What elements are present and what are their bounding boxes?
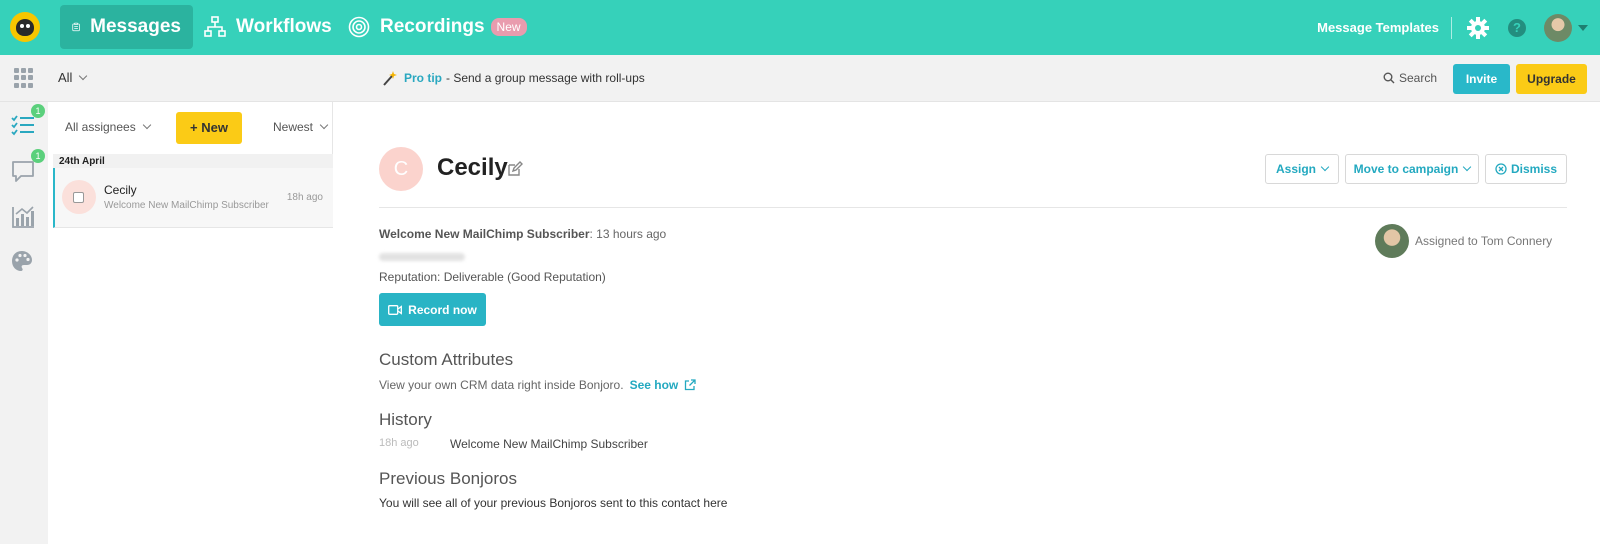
top-right-controls: Message Templates ? <box>1317 0 1600 55</box>
checklist-icon <box>11 115 34 136</box>
bonjoro-logo[interactable] <box>10 12 40 42</box>
dismiss-button[interactable]: Dismiss <box>1485 154 1567 184</box>
left-rail: 1 1 <box>0 102 48 544</box>
contact-name: Cecily <box>437 154 508 181</box>
rail-item-analytics[interactable] <box>11 205 37 231</box>
new-message-button[interactable]: + New <box>176 112 242 144</box>
nav-recordings[interactable]: Recordings New <box>336 5 539 49</box>
pro-tip-label[interactable]: Pro tip <box>404 71 442 85</box>
row-checkbox[interactable] <box>73 192 84 203</box>
custom-attributes-text: View your own CRM data right inside Bonj… <box>379 378 696 392</box>
assign-button[interactable]: Assign <box>1265 154 1339 184</box>
chat-icon <box>12 161 34 182</box>
edit-icon[interactable] <box>507 161 523 177</box>
history-timestamp: 18h ago <box>379 437 419 449</box>
search-button[interactable]: Search <box>1383 71 1437 85</box>
clipboard-icon <box>72 22 80 32</box>
upgrade-button[interactable]: Upgrade <box>1516 64 1587 94</box>
external-link-icon[interactable] <box>684 379 696 391</box>
apps-grid-icon[interactable] <box>14 68 34 88</box>
sub-toolbar: All Pro tip - Send a group message with … <box>0 55 1600 102</box>
contact-email-redacted <box>379 253 465 261</box>
chevron-down-icon <box>142 120 151 130</box>
assigned-to: Assigned to Tom Connery <box>1375 224 1552 258</box>
search-icon <box>1383 72 1395 84</box>
spiral-icon <box>348 16 370 38</box>
campaign-time: : 13 hours ago <box>589 227 667 241</box>
video-camera-icon <box>388 304 403 315</box>
new-button-label: New <box>201 120 228 135</box>
help-icon[interactable]: ? <box>1508 18 1526 37</box>
history-heading: History <box>379 410 432 429</box>
tasks-count-badge: 1 <box>31 104 45 118</box>
gear-icon[interactable] <box>1466 16 1490 40</box>
nav-messages-label: Messages <box>90 16 181 37</box>
list-item[interactable]: Cecily Welcome New MailChimp Subscriber … <box>53 168 333 228</box>
new-badge: New <box>490 18 527 36</box>
nav-recordings-label: Recordings <box>380 16 485 37</box>
sort-dropdown[interactable]: Newest <box>273 120 329 134</box>
record-now-button[interactable]: Record now <box>379 293 486 326</box>
rail-item-chat[interactable]: 1 <box>11 149 45 185</box>
plus-icon: + <box>190 120 202 135</box>
invite-button[interactable]: Invite <box>1453 64 1510 94</box>
move-label: Move to campaign <box>1353 162 1459 176</box>
row-campaign-name: Welcome New MailChimp Subscriber <box>104 200 269 211</box>
assigned-to-label: Assigned to Tom Connery <box>1415 234 1553 248</box>
contact-detail-panel: C Cecily Assign Move to campaign Dismiss… <box>346 102 1600 544</box>
dismiss-label: Dismiss <box>1510 162 1558 176</box>
sort-label: Newest <box>273 120 314 134</box>
contact-avatar-small <box>62 180 96 214</box>
assignees-label: All assignees <box>65 120 136 134</box>
magic-wand-icon <box>383 71 397 86</box>
row-contact-name: Cecily <box>104 183 137 197</box>
chevron-down-icon <box>1463 162 1472 172</box>
custom-attributes-desc: View your own CRM data right inside Bonj… <box>379 378 624 392</box>
search-label: Search <box>1399 71 1438 85</box>
rail-item-tasks[interactable]: 1 <box>11 104 45 140</box>
all-filter-label: All <box>58 70 73 85</box>
chat-count-badge: 1 <box>31 149 45 163</box>
top-navbar: Messages Workflows Recordings New Messag… <box>0 0 1600 55</box>
reputation-text: Reputation: Deliverable (Good Reputation… <box>379 270 606 284</box>
chevron-down-icon[interactable] <box>1578 24 1588 31</box>
divider <box>379 207 1567 208</box>
sitemap-icon <box>204 16 226 37</box>
message-list-panel: All assignees + New Newest 24th April Ce… <box>48 102 333 544</box>
contact-avatar: C <box>379 147 423 191</box>
assignee-avatar <box>1375 224 1409 258</box>
list-empty-area <box>53 228 333 544</box>
close-circle-icon <box>1495 163 1507 175</box>
all-filter-dropdown[interactable]: All <box>58 70 88 85</box>
row-timestamp: 18h ago <box>286 192 323 203</box>
palette-icon <box>12 251 32 271</box>
chart-icon <box>12 206 34 228</box>
nav-workflows-label: Workflows <box>236 16 332 37</box>
record-now-label: Record now <box>408 302 477 317</box>
message-templates-link[interactable]: Message Templates <box>1317 16 1452 39</box>
pro-tip: Pro tip - Send a group message with roll… <box>382 70 645 86</box>
pro-tip-text: - Send a group message with roll-ups <box>446 71 645 85</box>
chevron-down-icon <box>1320 162 1330 172</box>
campaign-line: Welcome New MailChimp Subscriber: 13 hou… <box>379 227 666 241</box>
assign-label: Assign <box>1275 162 1316 176</box>
see-how-link[interactable]: See how <box>630 378 679 392</box>
assignees-dropdown[interactable]: All assignees <box>65 120 151 134</box>
nav-workflows[interactable]: Workflows <box>192 5 344 49</box>
user-avatar[interactable] <box>1544 13 1572 42</box>
list-toolbar: All assignees + New Newest <box>48 102 333 154</box>
chevron-down-icon <box>79 71 88 80</box>
nav-messages[interactable]: Messages <box>60 5 193 49</box>
custom-attributes-heading: Custom Attributes <box>379 350 514 369</box>
chevron-down-icon <box>319 120 329 130</box>
previous-bonjoros-heading: Previous Bonjoros <box>379 469 517 488</box>
history-entry: Welcome New MailChimp Subscriber <box>450 437 648 451</box>
rail-item-branding[interactable] <box>11 250 37 276</box>
move-to-campaign-button[interactable]: Move to campaign <box>1345 154 1479 184</box>
campaign-name: Welcome New MailChimp Subscriber <box>379 227 590 241</box>
previous-bonjoros-text: You will see all of your previous Bonjor… <box>379 496 728 510</box>
